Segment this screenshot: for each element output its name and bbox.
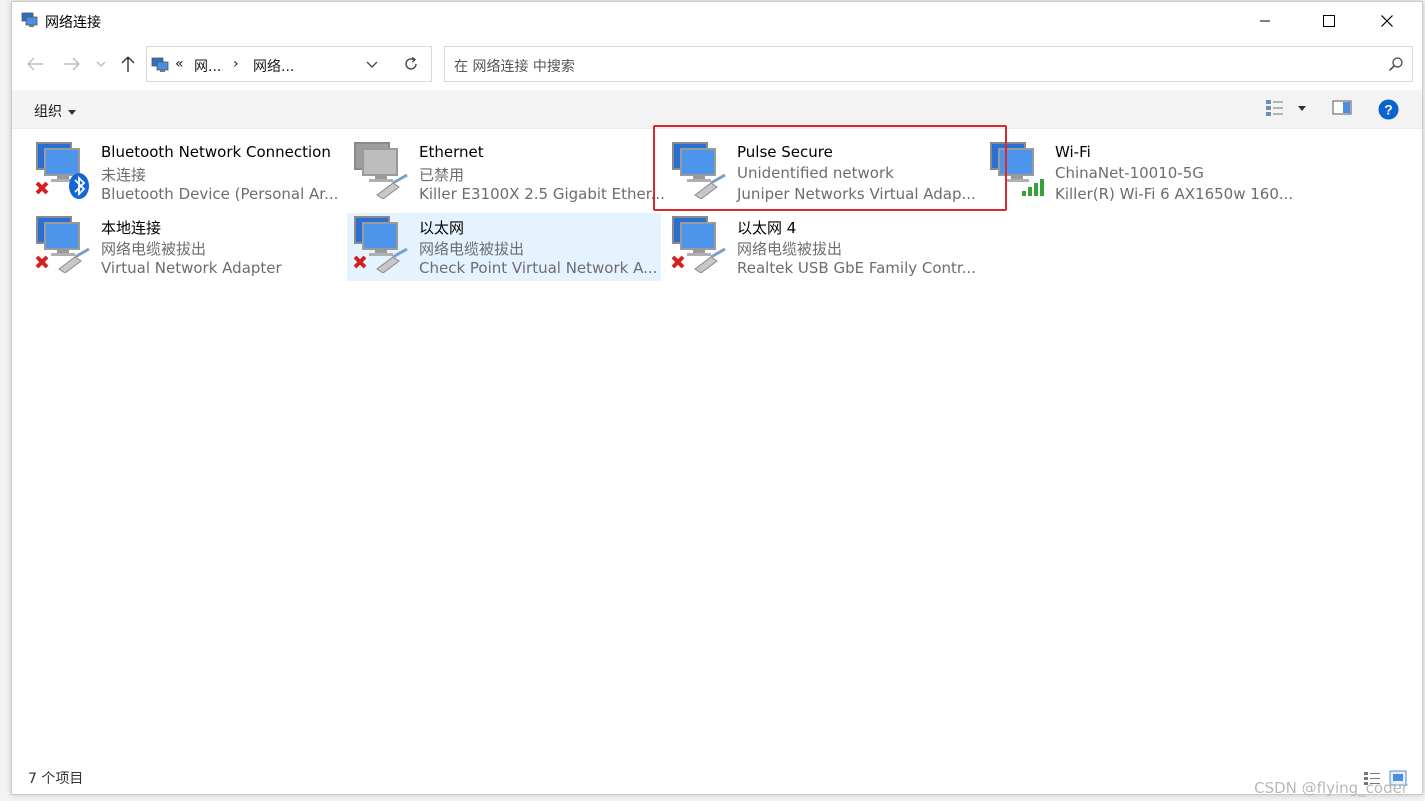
connection-status: 未连接	[101, 166, 147, 184]
network-adapter-icon	[35, 142, 89, 199]
chevron-down-icon	[68, 109, 76, 115]
network-adapter-unplugged-icon	[671, 216, 726, 273]
item-count: 7 个项目	[28, 771, 84, 787]
connection-item-local-connection[interactable]: 本地连接 网络电缆被拔出 Virtual Network Adapter	[13, 203, 325, 277]
maximize-button[interactable]	[1300, 2, 1358, 40]
network-connections-icon	[151, 57, 169, 72]
connection-item-ethernet-cn[interactable]: 以太网 网络电缆被拔出 Check Point Virtual Network …	[347, 213, 661, 281]
connection-status: 已禁用	[419, 166, 465, 184]
connection-name: Wi-Fi	[1055, 143, 1091, 161]
breadcrumb-overflow[interactable]: «	[175, 56, 184, 72]
help-icon[interactable]: ?	[1378, 99, 1399, 120]
details-view-icon[interactable]	[1265, 99, 1285, 117]
view-options-chevron-icon[interactable]	[1298, 106, 1306, 111]
connection-device: Bluetooth Device (Personal Ar...	[101, 185, 339, 203]
connection-item-wi-fi[interactable]: Wi-Fi ChinaNet-10010-5G Killer(R) Wi-Fi …	[967, 129, 1293, 203]
close-button[interactable]	[1358, 2, 1416, 40]
connection-status: 网络电缆被拔出	[737, 240, 843, 258]
breadcrumb-item-network-connections[interactable]: 网络...	[253, 56, 294, 76]
network-adapter-disabled-icon	[354, 142, 408, 199]
connection-status: ChinaNet-10010-5G	[1055, 164, 1204, 182]
search-placeholder: 在 网络连接 中搜索	[454, 59, 575, 75]
connection-status: 网络电缆被拔出	[101, 240, 207, 258]
connection-device: Killer(R) Wi-Fi 6 AX1650w 160...	[1055, 185, 1294, 203]
window-title: 网络连接	[45, 15, 101, 31]
address-history-button[interactable]	[359, 47, 385, 81]
connection-device: Realtek USB GbE Family Contr...	[737, 259, 977, 277]
refresh-icon	[404, 56, 417, 70]
connection-name: Bluetooth Network Connection	[101, 143, 331, 161]
title-bar: 网络连接	[12, 2, 1422, 40]
highlight-annotation	[653, 125, 1007, 211]
network-adapter-unplugged-icon	[35, 216, 90, 273]
connection-device: Virtual Network Adapter	[101, 259, 282, 277]
maximize-icon	[1323, 15, 1335, 27]
connection-name: 以太网 4	[737, 219, 797, 237]
network-connections-icon	[21, 12, 38, 27]
arrow-up-icon	[121, 56, 135, 72]
forward-button[interactable]	[60, 52, 84, 76]
recent-locations-button[interactable]	[94, 52, 108, 76]
file-list: Bluetooth Network Connection 未连接 Bluetoo…	[12, 129, 1422, 764]
back-button[interactable]	[23, 52, 47, 76]
preview-pane-icon[interactable]	[1332, 99, 1352, 117]
organize-menu-button[interactable]: 组织	[34, 101, 76, 121]
status-bar: 7 个项目	[12, 764, 1422, 794]
search-icon	[1388, 57, 1403, 72]
arrow-right-icon	[64, 57, 80, 71]
connection-name: 以太网	[419, 219, 465, 237]
up-button[interactable]	[116, 52, 140, 76]
minimize-button[interactable]	[1236, 2, 1294, 40]
breadcrumb-item-control-panel[interactable]: 网...	[194, 56, 221, 76]
connection-device: Killer E3100X 2.5 Gigabit Ether...	[419, 185, 665, 203]
watermark: CSDN @flying_coder	[1254, 779, 1408, 797]
navigation-bar: « 网... › 网络... 在 网络连接 中搜索	[12, 44, 1422, 86]
connection-status: 网络电缆被拔出	[419, 240, 525, 258]
arrow-left-icon	[27, 57, 43, 71]
connection-item-ethernet-4[interactable]: 以太网 4 网络电缆被拔出 Realtek USB GbE Family Con…	[649, 203, 976, 277]
command-bar: 组织 ?	[12, 90, 1422, 129]
connection-item-bluetooth-network-connection[interactable]: Bluetooth Network Connection 未连接 Bluetoo…	[13, 129, 338, 203]
connection-name: 本地连接	[101, 219, 162, 237]
network-adapter-unplugged-icon	[353, 216, 408, 273]
explorer-window: 网络连接 « 网... › 网络... 在 网络连接 中搜索 组织 ? Blue…	[11, 1, 1423, 795]
connection-name: Ethernet	[419, 143, 484, 161]
connection-device: Check Point Virtual Network A...	[419, 259, 658, 277]
refresh-button[interactable]	[390, 46, 432, 82]
chevron-down-icon	[366, 61, 378, 68]
connection-item-ethernet[interactable]: Ethernet 已禁用 Killer E3100X 2.5 Gigabit E…	[331, 129, 665, 203]
minimize-icon	[1260, 20, 1270, 22]
address-bar[interactable]: « 网... › 网络...	[146, 46, 430, 82]
svg-text:?: ?	[1384, 102, 1393, 118]
close-icon	[1381, 15, 1393, 27]
organize-label: 组织	[34, 104, 62, 120]
chevron-down-icon	[96, 61, 106, 67]
breadcrumb-separator[interactable]: ›	[233, 56, 239, 72]
search-box[interactable]: 在 网络连接 中搜索	[444, 46, 1413, 82]
